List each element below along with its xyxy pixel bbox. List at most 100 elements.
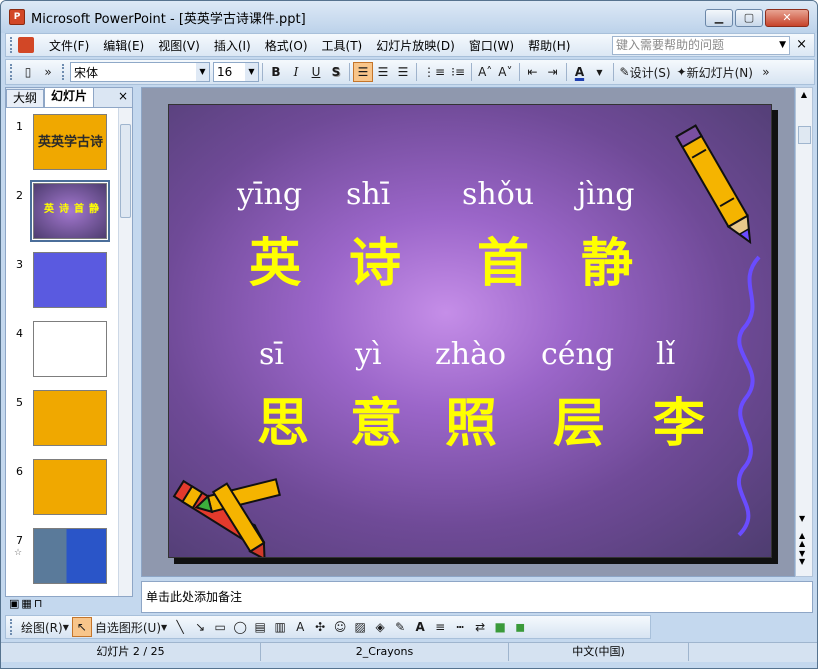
pinyin-text[interactable]: yīng: [237, 177, 302, 212]
italic-button[interactable]: I: [286, 62, 306, 82]
next-slide-icon[interactable]: ▼ ▼: [799, 550, 805, 566]
slide-thumbnail[interactable]: 4: [6, 317, 118, 381]
hanzi-character[interactable]: 意: [350, 381, 402, 456]
bold-button[interactable]: B: [266, 62, 286, 82]
textbox-icon[interactable]: ▤: [250, 617, 270, 637]
scrollbar-thumb[interactable]: [798, 126, 811, 144]
font-name-select[interactable]: 宋体 ▼: [70, 62, 210, 82]
pinyin-text[interactable]: lǐ: [656, 337, 675, 372]
current-slide[interactable]: yīng shī shǒu jìng 英 诗 首 静 sī yì zhào cé…: [168, 104, 772, 558]
slide-thumbnail[interactable]: 7 ☆: [6, 524, 118, 588]
toolbar-grip[interactable]: [10, 619, 14, 635]
pinyin-text[interactable]: sī: [259, 337, 284, 372]
tab-slides[interactable]: 幻灯片: [44, 87, 95, 107]
arrow-style-icon[interactable]: ⇄: [470, 617, 490, 637]
slide-thumbnail[interactable]: 6: [6, 455, 118, 519]
hanzi-character[interactable]: 静: [581, 221, 633, 296]
decrease-font-icon[interactable]: A˅: [495, 62, 515, 82]
scrollbar-thumb[interactable]: [120, 124, 131, 218]
shadow-style-icon[interactable]: ■: [490, 617, 510, 637]
chevron-down-icon[interactable]: ▼: [245, 63, 258, 81]
maximize-button[interactable]: ▢: [735, 9, 763, 27]
close-button[interactable]: ✕: [765, 9, 809, 27]
draw-menu-button[interactable]: 绘图(R) ▼: [18, 617, 72, 637]
bullet-list-icon[interactable]: ⁝≡: [448, 62, 468, 82]
slide-thumbnail[interactable]: 3: [6, 248, 118, 312]
slideshow-view-icon[interactable]: ⊓: [34, 597, 43, 610]
panel-scrollbar[interactable]: [118, 108, 132, 596]
underline-button[interactable]: U: [306, 62, 326, 82]
menu-window[interactable]: 窗口(W): [462, 37, 521, 54]
font-color-icon[interactable]: A: [410, 617, 430, 637]
hanzi-character[interactable]: 照: [445, 381, 497, 456]
pinyin-text[interactable]: céng: [541, 337, 614, 372]
toolbar-grip[interactable]: [10, 64, 14, 80]
document-close-button[interactable]: ×: [796, 37, 807, 52]
slide-editing-area[interactable]: yīng shī shǒu jìng 英 诗 首 静 sī yì zhào cé…: [141, 87, 795, 577]
chevron-down-icon[interactable]: ▼: [196, 63, 209, 81]
toolbar-grip[interactable]: [10, 37, 14, 53]
minimize-button[interactable]: ▁: [705, 9, 733, 27]
crayons-group-clipart[interactable]: [169, 465, 289, 558]
oval-icon[interactable]: ◯: [230, 617, 250, 637]
increase-indent-icon[interactable]: ⇥: [543, 62, 563, 82]
toolbar-options-icon[interactable]: »: [756, 62, 776, 82]
menu-tools[interactable]: 工具(T): [315, 37, 370, 54]
dash-style-icon[interactable]: ┅: [450, 617, 470, 637]
picture-icon[interactable]: ▨: [350, 617, 370, 637]
toolbar-grip[interactable]: [62, 64, 66, 80]
slide-thumbnail[interactable]: 2 英诗首静: [6, 179, 118, 243]
hanzi-character[interactable]: 思: [257, 381, 309, 456]
line-icon[interactable]: ╲: [170, 617, 190, 637]
font-color-button[interactable]: A: [570, 62, 590, 82]
chevron-down-icon[interactable]: ▼: [779, 37, 786, 54]
pinyin-text[interactable]: shī: [346, 177, 390, 212]
scroll-up-icon[interactable]: ▲: [796, 88, 812, 99]
design-button[interactable]: ✎ 设计(S): [617, 62, 674, 82]
arrow-icon[interactable]: ↘: [190, 617, 210, 637]
numbered-list-icon[interactable]: ⋮≡: [420, 62, 448, 82]
select-pointer-icon[interactable]: ↖: [71, 617, 92, 637]
rectangle-icon[interactable]: ▭: [210, 617, 230, 637]
diagram-icon[interactable]: ✣: [310, 617, 330, 637]
powerpoint-app-icon[interactable]: P: [9, 9, 25, 25]
scroll-down-icon[interactable]: ▼: [799, 514, 805, 523]
align-right-icon[interactable]: ☰: [393, 62, 413, 82]
hanzi-character[interactable]: 首: [477, 221, 529, 296]
document-icon[interactable]: [18, 37, 34, 53]
hanzi-character[interactable]: 李: [653, 381, 705, 456]
clipart-icon[interactable]: ☺: [330, 617, 350, 637]
chevron-down-icon[interactable]: ▼: [590, 62, 610, 82]
panel-close-button[interactable]: ×: [118, 89, 128, 103]
align-left-icon[interactable]: ☰: [353, 62, 373, 82]
wordart-icon[interactable]: A: [290, 617, 310, 637]
hanzi-character[interactable]: 层: [553, 381, 605, 456]
pinyin-text[interactable]: jìng: [577, 177, 634, 212]
slide-thumbnail[interactable]: 5: [6, 386, 118, 450]
crayon-clipart[interactable]: [675, 107, 765, 257]
hanzi-character[interactable]: 英: [249, 221, 301, 296]
menu-file[interactable]: 文件(F): [42, 37, 96, 54]
menu-insert[interactable]: 插入(I): [207, 37, 258, 54]
slide-scrollbar[interactable]: ▲ ▼ ▲ ▲ ▼ ▼: [795, 87, 813, 577]
menu-view[interactable]: 视图(V): [151, 37, 207, 54]
pinyin-text[interactable]: zhào: [435, 337, 506, 372]
line-style-icon[interactable]: ≡: [430, 617, 450, 637]
align-center-icon[interactable]: ☰: [373, 62, 393, 82]
previous-slide-icon[interactable]: ▲ ▲: [799, 532, 805, 548]
shadow-button[interactable]: S: [326, 62, 346, 82]
notes-pane[interactable]: 单击此处添加备注: [141, 581, 813, 613]
line-color-icon[interactable]: ✎: [390, 617, 410, 637]
fill-color-icon[interactable]: ◈: [370, 617, 390, 637]
slide-sorter-icon[interactable]: ▦: [21, 597, 31, 610]
new-slide-button[interactable]: ✦ 新幻灯片(N): [674, 62, 756, 82]
increase-font-icon[interactable]: A˄: [475, 62, 495, 82]
hanzi-character[interactable]: 诗: [349, 221, 401, 296]
slide-thumbnail[interactable]: 1 英英学古诗: [6, 110, 118, 174]
new-file-icon[interactable]: ▯: [18, 62, 38, 82]
help-search-input[interactable]: 键入需要帮助的问题 ▼: [612, 36, 790, 55]
menu-edit[interactable]: 编辑(E): [96, 37, 151, 54]
menu-format[interactable]: 格式(O): [258, 37, 315, 54]
menu-slideshow[interactable]: 幻灯片放映(D): [369, 37, 462, 54]
tab-outline[interactable]: 大纲: [6, 89, 45, 107]
